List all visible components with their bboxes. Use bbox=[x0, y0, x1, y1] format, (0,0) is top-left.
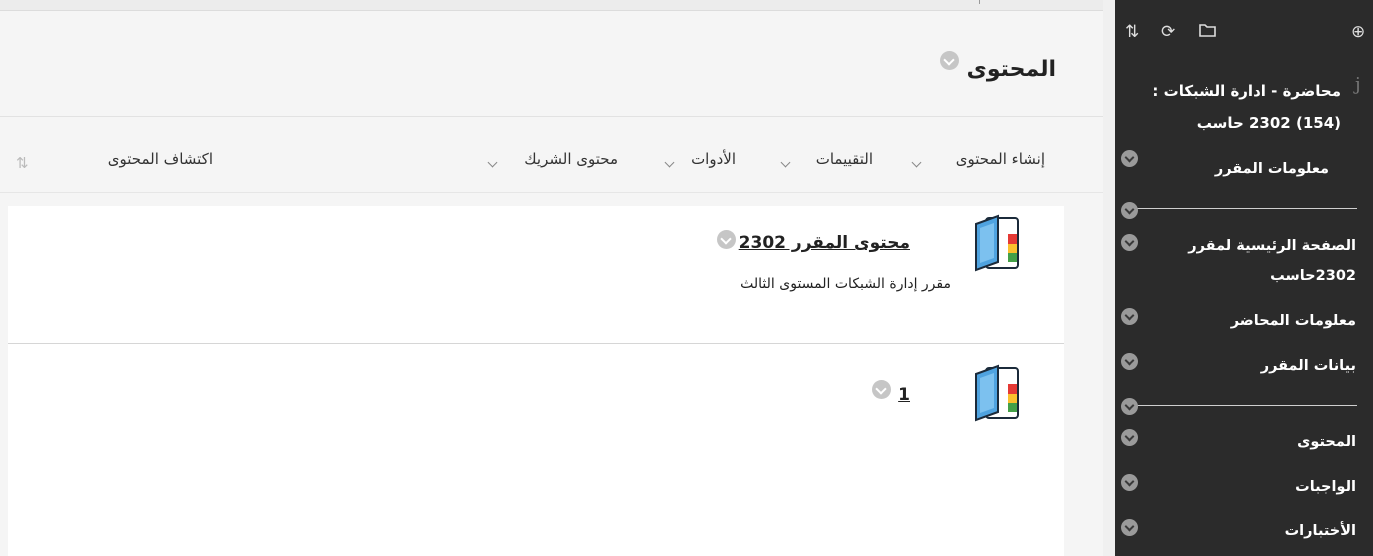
build-content-menu[interactable]: إنشاء المحتوى bbox=[956, 150, 1045, 168]
sidebar-item-course-info[interactable]: معلومات المقرر bbox=[1215, 161, 1329, 177]
menu-item-chevron-icon[interactable] bbox=[1121, 519, 1138, 536]
page-title-menu-chevron-icon[interactable] bbox=[940, 51, 959, 70]
tools-caret-icon bbox=[664, 157, 675, 168]
sort-icon[interactable]: ⇅ bbox=[16, 154, 29, 172]
assessments-caret-icon bbox=[780, 157, 791, 168]
menu-item-chevron-icon[interactable] bbox=[1121, 308, 1138, 325]
hide-menu-icon[interactable]: ј bbox=[1355, 74, 1361, 95]
menu-item-chevron-icon[interactable] bbox=[1121, 353, 1138, 370]
separator-gap bbox=[1103, 0, 1115, 556]
discover-content-button[interactable]: اكتشاف المحتوى bbox=[108, 150, 213, 168]
menu-item-chevron-icon[interactable] bbox=[1121, 234, 1138, 251]
content-list: محتوى المقرر 2302 مقرر إدارة الشبكات الم… bbox=[8, 206, 1064, 556]
item-divider bbox=[8, 343, 1064, 344]
content-item-title[interactable]: 1 bbox=[898, 385, 910, 405]
content-item-title[interactable]: محتوى المقرر 2302 bbox=[739, 233, 910, 253]
sidebar-item-assignments[interactable]: الواجبات bbox=[1295, 479, 1356, 495]
divider-chevron-icon[interactable] bbox=[1121, 398, 1138, 415]
divider-chevron-icon[interactable] bbox=[1121, 202, 1138, 219]
assessments-menu[interactable]: التقييمات bbox=[816, 150, 873, 168]
menu-item-chevron-icon[interactable] bbox=[1121, 150, 1138, 167]
page-header: المحتوى bbox=[0, 11, 1103, 117]
course-title-line2[interactable]: (154) 2302 حاسب bbox=[1197, 114, 1341, 132]
action-bar: إنشاء المحتوى التقييمات الأدوات محتوى ال… bbox=[0, 117, 1103, 193]
sidebar-divider bbox=[1129, 208, 1357, 209]
tools-menu[interactable]: الأدوات bbox=[691, 150, 736, 168]
sidebar-item-course-home-line2[interactable]: 2302حاسب bbox=[1270, 268, 1356, 284]
menu-item-chevron-icon[interactable] bbox=[1121, 429, 1138, 446]
reorder-icon[interactable]: ⇅ bbox=[1125, 22, 1139, 42]
item-menu-chevron-icon[interactable] bbox=[717, 230, 736, 249]
top-strip bbox=[0, 0, 1103, 11]
folder-icon[interactable] bbox=[1199, 22, 1216, 42]
course-menu-sidebar: ⇅ ⟳ ⊕ ј محاضرة - ادارة الشبكات : (154) 2… bbox=[1115, 0, 1373, 556]
course-title-line1[interactable]: محاضرة - ادارة الشبكات : bbox=[1152, 82, 1341, 100]
page-title: المحتوى bbox=[966, 57, 1056, 82]
sidebar-item-instructor-info[interactable]: معلومات المحاضر bbox=[1231, 313, 1356, 329]
build-content-caret-icon bbox=[911, 157, 922, 168]
content-item-description: مقرر إدارة الشبكات المستوى الثالث bbox=[740, 276, 951, 292]
sidebar-item-course-data[interactable]: بيانات المقرر bbox=[1261, 358, 1356, 374]
menu-item-chevron-icon[interactable] bbox=[1121, 474, 1138, 491]
refresh-icon[interactable]: ⟳ bbox=[1161, 22, 1175, 42]
sidebar-item-course-home[interactable]: الصفحة الرئيسية لمقرر bbox=[1188, 238, 1356, 254]
sidebar-item-tests[interactable]: الأختبارات bbox=[1285, 523, 1356, 539]
item-menu-chevron-icon[interactable] bbox=[872, 380, 891, 399]
sidebar-divider bbox=[1129, 405, 1357, 406]
folder-book-icon bbox=[972, 362, 1020, 422]
partner-content-menu[interactable]: محتوى الشريك bbox=[524, 150, 618, 168]
partner-content-caret-icon bbox=[487, 157, 498, 168]
folder-book-icon bbox=[972, 212, 1020, 272]
sidebar-item-content[interactable]: المحتوى bbox=[1297, 434, 1356, 450]
add-menu-item-icon[interactable]: ⊕ bbox=[1351, 22, 1365, 42]
